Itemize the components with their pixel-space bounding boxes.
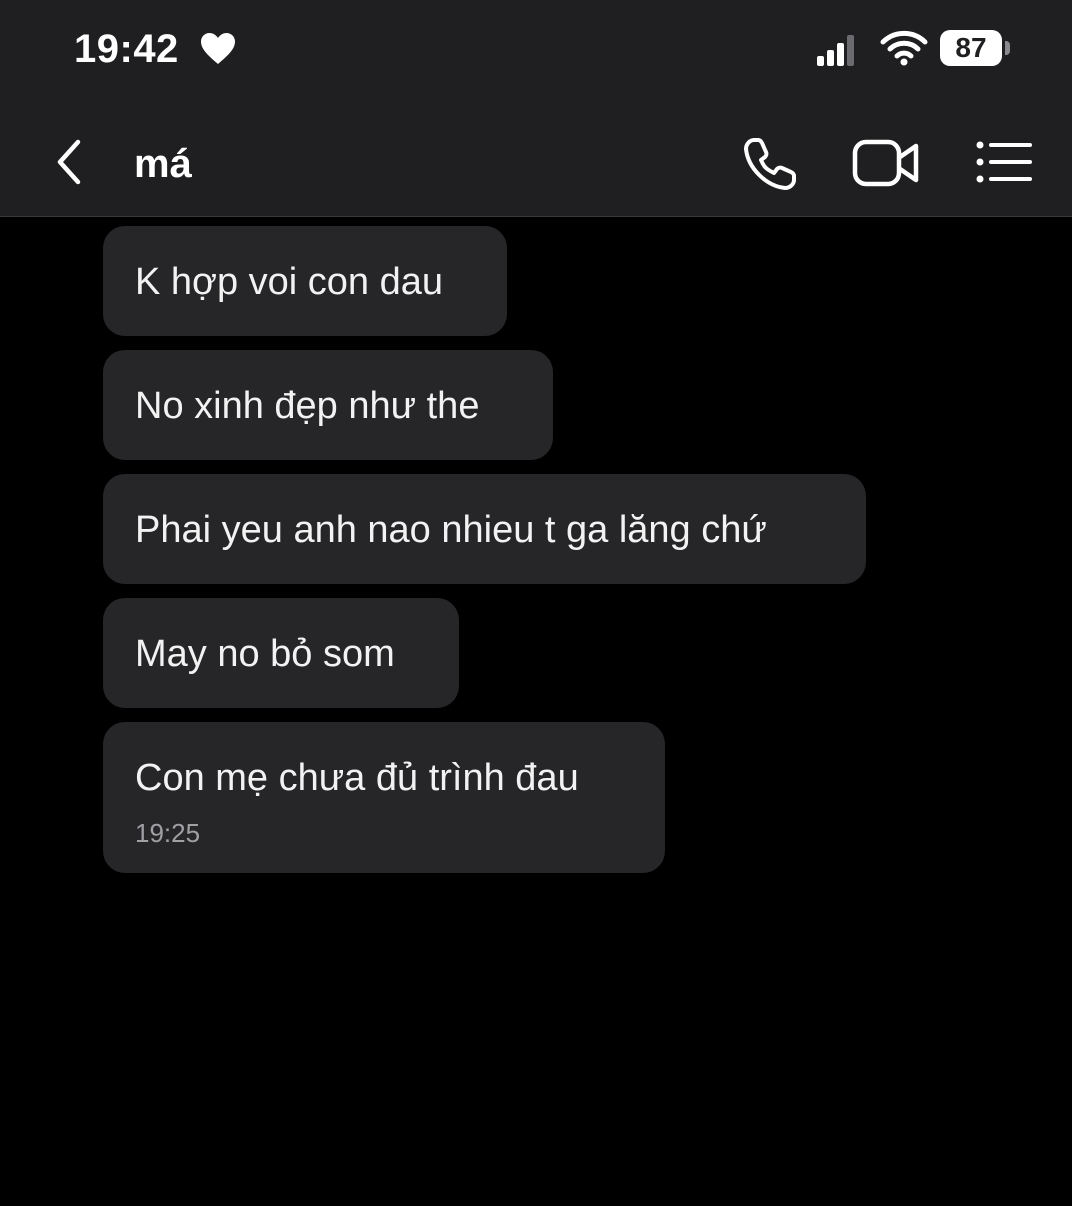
signal-icon — [817, 35, 854, 66]
heart-icon — [201, 33, 235, 64]
message-text: No xinh đẹp như the — [135, 385, 480, 427]
message-bubble[interactable]: Con mẹ chưa đủ trình đau 19:25 — [103, 722, 665, 873]
message-bubble[interactable]: Phai yeu anh nao nhieu t ga lăng chứ — [103, 474, 866, 584]
message-timestamp: 19:25 — [135, 818, 201, 848]
contact-name[interactable]: má — [134, 140, 192, 188]
message-bubble[interactable]: K hợp voi con dau — [103, 226, 507, 336]
battery-level: 87 — [940, 30, 1002, 66]
back-icon[interactable] — [50, 136, 90, 188]
message-bubble[interactable]: May no bỏ som — [103, 598, 459, 708]
message-text: Con mẹ chưa đủ trình đau — [135, 757, 579, 799]
top-bar: 19:42 87 má — [0, 0, 1072, 217]
message-text: Phai yeu anh nao nhieu t ga lăng chứ — [135, 509, 767, 551]
wifi-icon — [880, 30, 928, 66]
list-icon[interactable] — [974, 138, 1034, 186]
message-text: K hợp voi con dau — [135, 261, 444, 303]
status-time: 19:42 — [74, 27, 179, 71]
phone-icon[interactable] — [740, 134, 800, 194]
video-call-icon[interactable] — [852, 136, 922, 190]
battery-tip — [1005, 41, 1010, 55]
message-text: May no bỏ som — [135, 633, 395, 675]
battery-icon: 87 — [940, 30, 1012, 68]
message-bubble[interactable]: No xinh đẹp như the — [103, 350, 553, 460]
